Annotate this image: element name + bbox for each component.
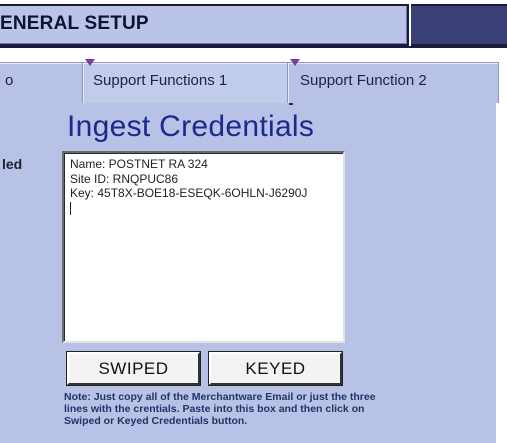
tab-support-function-2-label: Support Function 2 [300,72,427,89]
tab-support-functions-1-label: Support Functions 1 [93,72,228,89]
keyed-button[interactable]: KEYED [208,351,343,386]
title-bar-right-block [411,4,507,46]
tab-marker-icon [85,59,95,66]
swiped-button[interactable]: SWIPED [66,351,201,386]
credentials-line-name: Name: POSTNET RA 324 [70,157,208,171]
credentials-line-site-id: Site ID: RNQPUC86 [70,171,179,186]
tab-general-label: o [5,72,14,89]
tab-general[interactable]: o [0,62,86,103]
tab-support-function-2[interactable]: Support Function 2 [287,59,499,103]
text-cursor [70,201,71,215]
page-title: Ingest Credentials [67,110,315,143]
credentials-textarea[interactable]: Name: POSTNET RA 324 Site ID: RNQPUC86 K… [62,151,345,343]
credentials-line-key: Key: 45T8X-BOE18-ESEQK-6OHLN-J6290J [70,186,308,200]
window-title: ENERAL SETUP [0,13,149,34]
tab-marker-icon [290,59,300,66]
instruction-note: Note: Just copy all of the Merchantware … [64,391,376,427]
sidebar-partial-label: led [2,156,23,172]
tab-support-functions-1[interactable]: Support Functions 1 [82,59,293,105]
